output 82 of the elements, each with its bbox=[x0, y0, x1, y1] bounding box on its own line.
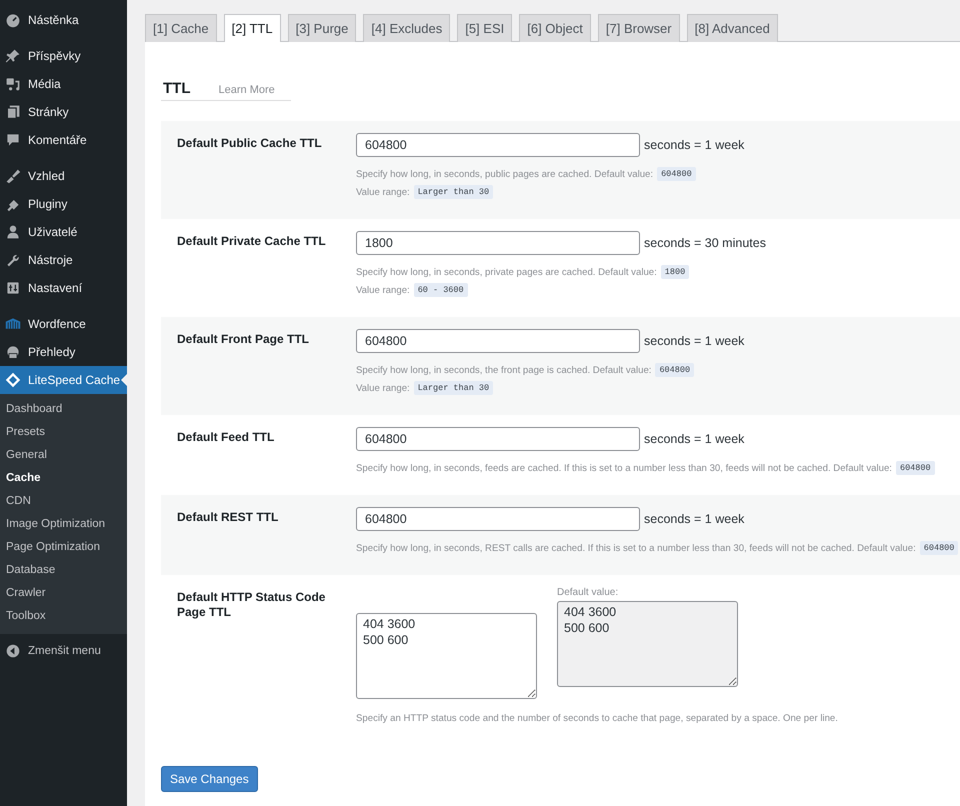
dashboard-gauge-icon bbox=[5, 12, 21, 28]
tab[interactable]: [7] Browser bbox=[598, 14, 680, 42]
sidebar-item[interactable]: Přehledy bbox=[0, 338, 127, 366]
pages-icon bbox=[5, 104, 21, 120]
unit-text: seconds = 1 week bbox=[644, 512, 744, 526]
help-text: Specify how long, in seconds, the front page is cached. Default value: bbox=[356, 364, 652, 376]
settings-icon bbox=[5, 280, 21, 296]
setting-label: Default Feed TTL bbox=[177, 429, 276, 446]
ttl-input[interactable]: 604800 bbox=[356, 427, 640, 451]
tab[interactable]: [1] Cache bbox=[145, 14, 217, 42]
code-value: 604800 bbox=[896, 461, 935, 475]
submenu-item[interactable]: Database bbox=[0, 559, 127, 582]
unit-text: seconds = 1 week bbox=[644, 334, 744, 348]
unit-text: seconds = 1 week bbox=[644, 138, 744, 152]
sidebar-item[interactable]: Nastavení bbox=[0, 274, 127, 302]
sidebar-item[interactable]: Nástroje bbox=[0, 246, 127, 274]
default-value-textarea[interactable]: 404 3600 500 600 bbox=[557, 601, 738, 687]
sidebar-item[interactable]: Komentáře bbox=[0, 126, 127, 154]
ttl-input[interactable]: 1800 bbox=[356, 231, 640, 255]
help-text: Specify how long, in seconds, feeds are cached. If this is set to a number less than 30, feeds will not be cached. Default value: bbox=[356, 462, 892, 474]
setting-label: Default REST TTL bbox=[177, 509, 280, 526]
submenu-item[interactable]: General bbox=[0, 444, 127, 467]
sidebar-item[interactable]: Uživatelé bbox=[0, 218, 127, 246]
unit-text: seconds = 1 week bbox=[644, 432, 744, 446]
submenu-item[interactable]: Toolbox bbox=[0, 605, 127, 628]
help-text: Specify an HTTP status code and the number of seconds to cache that page, separated by a space. One per line. bbox=[356, 713, 838, 724]
media-icon bbox=[5, 76, 21, 92]
tab[interactable]: [2] TTL bbox=[224, 14, 281, 42]
code-value: 604800 bbox=[657, 167, 696, 181]
setting-label: Default Private Cache TTL bbox=[177, 233, 327, 250]
help-text: Value range: bbox=[356, 284, 410, 296]
sidebar-item[interactable]: Wordfence bbox=[0, 310, 127, 338]
sidebar-item[interactable]: Příspěvky bbox=[0, 42, 127, 70]
help-text: Value range: bbox=[356, 186, 410, 198]
collapse-menu-button[interactable]: Zmenšit menu bbox=[0, 634, 127, 668]
user-icon bbox=[5, 224, 21, 240]
save-changes-button[interactable]: Save Changes bbox=[161, 766, 258, 792]
help-text: Value range: bbox=[356, 382, 410, 394]
submenu-item[interactable]: Crawler bbox=[0, 582, 127, 605]
code-value: Larger than 30 bbox=[414, 185, 494, 199]
submenu-item[interactable]: Dashboard bbox=[0, 398, 127, 421]
brush-icon bbox=[5, 168, 21, 184]
code-value: 604800 bbox=[655, 363, 694, 377]
comment-icon bbox=[5, 132, 21, 148]
wall-icon bbox=[5, 316, 21, 332]
submenu-item[interactable]: Image Optimization bbox=[0, 513, 127, 536]
submenu-item[interactable]: CDN bbox=[0, 490, 127, 513]
tab[interactable]: [3] Purge bbox=[288, 14, 356, 42]
sidebar-item[interactable]: Pluginy bbox=[0, 190, 127, 218]
pin-icon bbox=[5, 48, 21, 64]
submenu-item[interactable]: Page Optimization bbox=[0, 536, 127, 559]
ttl-input[interactable]: 604800 bbox=[356, 133, 640, 157]
tab[interactable]: [6] Object bbox=[519, 14, 591, 42]
help-text: Specify how long, in seconds, public pages are cached. Default value: bbox=[356, 168, 654, 180]
sidebar-item[interactable]: Nástěnka bbox=[0, 6, 127, 34]
section-title: TTL bbox=[163, 80, 190, 97]
code-value: 604800 bbox=[920, 541, 958, 555]
unit-text: seconds = 30 minutes bbox=[644, 236, 766, 250]
setting-label: Default Front Page TTL bbox=[177, 331, 310, 348]
sidebar-item[interactable]: Média bbox=[0, 70, 127, 98]
setting-label: Default Public Cache TTL bbox=[177, 135, 323, 152]
code-value: 60 - 3600 bbox=[414, 283, 468, 297]
tab[interactable]: [5] ESI bbox=[457, 14, 512, 42]
submenu-item[interactable]: Presets bbox=[0, 421, 127, 444]
wrench-icon bbox=[5, 252, 21, 268]
help-text: Specify how long, in seconds, REST calls are cached. If this is set to a number less than 30, feeds will not be cached. Default value: bbox=[356, 542, 916, 554]
collapse-icon bbox=[6, 644, 20, 658]
tab[interactable]: [8] Advanced bbox=[686, 14, 778, 42]
sidebar-item[interactable]: Stránky bbox=[0, 98, 127, 126]
submenu-item[interactable]: Cache bbox=[0, 467, 127, 490]
diamond-icon bbox=[5, 372, 21, 388]
code-value: 1800 bbox=[660, 265, 690, 279]
default-value-label: Default value: bbox=[557, 587, 620, 598]
sidebar-item[interactable]: Vzhled bbox=[0, 162, 127, 190]
code-value: Larger than 30 bbox=[414, 381, 494, 395]
ttl-input[interactable]: 604800 bbox=[356, 329, 640, 353]
status-ttl-textarea[interactable]: 404 3600 500 600 bbox=[356, 613, 537, 699]
sidebar-item[interactable]: LiteSpeed Cache bbox=[0, 366, 127, 394]
tab[interactable]: [4] Excludes bbox=[363, 14, 450, 42]
setting-label: Default HTTP Status Code Page TTL bbox=[177, 589, 326, 621]
help-text: Specify how long, in seconds, private pages are cached. Default value: bbox=[356, 266, 657, 278]
ttl-input[interactable]: 604800 bbox=[356, 507, 640, 531]
